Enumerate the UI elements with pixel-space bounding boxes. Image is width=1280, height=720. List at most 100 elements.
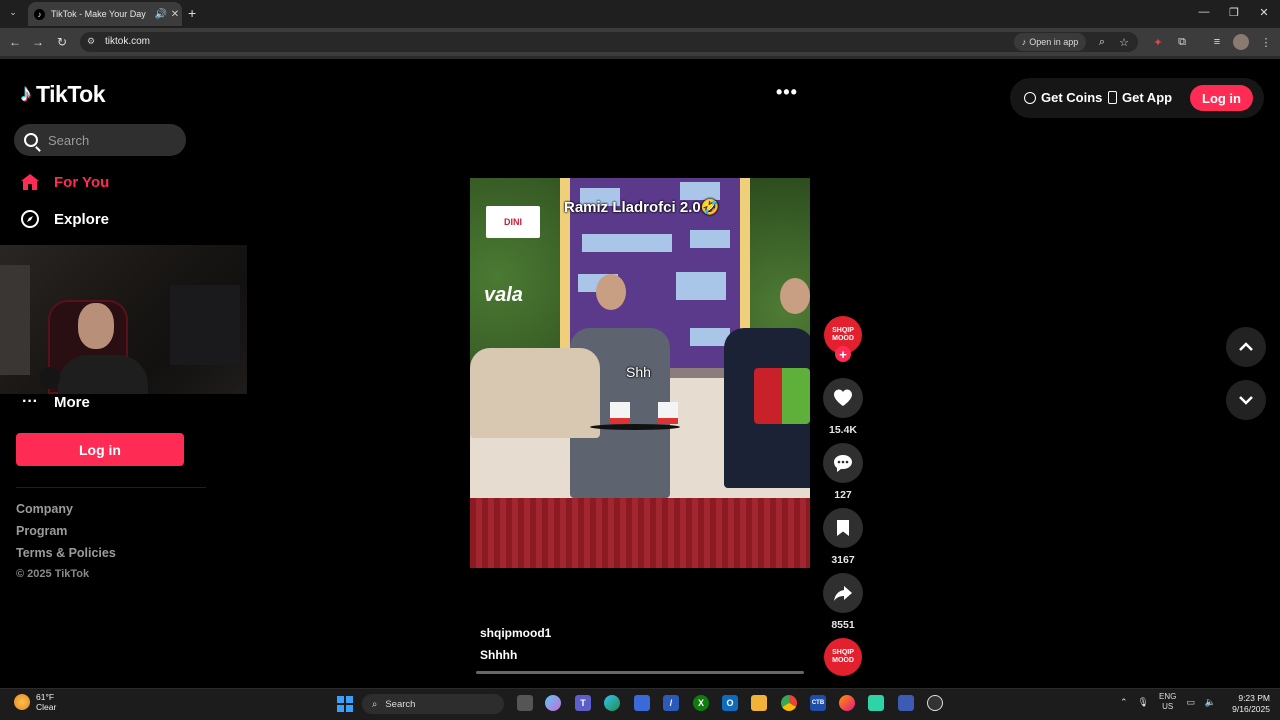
- restore-icon[interactable]: ❐: [1226, 6, 1242, 19]
- back-icon[interactable]: ←: [6, 33, 24, 51]
- video-progress-bar[interactable]: [476, 671, 804, 674]
- weather-desc: Clear: [36, 702, 57, 712]
- bookmark-star-icon[interactable]: ☆: [1116, 34, 1132, 50]
- video-cup: [658, 402, 678, 424]
- language-indicator[interactable]: ENG US: [1159, 692, 1176, 712]
- media-icon[interactable]: ≡: [1209, 34, 1225, 50]
- backdrop-tile: [690, 230, 730, 248]
- sidebar-item-label: For You: [54, 173, 110, 191]
- follow-plus-icon[interactable]: +: [835, 346, 851, 362]
- chrome-icon[interactable]: [781, 695, 797, 711]
- windows-logo-icon: [346, 696, 353, 703]
- edge-icon[interactable]: [604, 695, 620, 711]
- minimize-icon[interactable]: —: [1196, 6, 1212, 18]
- search-box[interactable]: [14, 124, 186, 156]
- store-icon[interactable]: [634, 695, 650, 711]
- get-app-button[interactable]: Get App: [1108, 90, 1172, 105]
- windows-logo-icon: [346, 705, 353, 712]
- search-icon: ⌕: [372, 698, 378, 710]
- backdrop-tile: [676, 272, 726, 300]
- previous-video-button[interactable]: [1226, 327, 1266, 367]
- outlook-icon[interactable]: O: [722, 695, 738, 711]
- network-icon[interactable]: ▭: [1186, 697, 1195, 708]
- sidebar-item-explore[interactable]: Explore: [20, 209, 109, 229]
- video-username[interactable]: shqipmood1: [480, 626, 551, 640]
- browser-tab[interactable]: ♪ TikTok - Make Your Day 🔊 ✕: [28, 2, 182, 26]
- tab-search-icon[interactable]: ⌄: [6, 7, 20, 21]
- speaker-icon[interactable]: 🔊: [154, 9, 168, 20]
- copilot-icon[interactable]: [545, 695, 561, 711]
- weather-widget[interactable]: 61°F Clear: [14, 692, 56, 712]
- file-explorer-icon[interactable]: [751, 695, 767, 711]
- video-overlay-subtitle: Shh: [626, 364, 651, 380]
- next-video-button[interactable]: [1226, 380, 1266, 420]
- menu-kebab-icon[interactable]: ⋮: [1258, 34, 1274, 50]
- get-coins-button[interactable]: Get Coins: [1024, 90, 1102, 105]
- music-disc-avatar[interactable]: SHQIP MOOD: [824, 638, 862, 676]
- bookmark-icon: [837, 520, 849, 536]
- ctb-app-icon[interactable]: CTB: [810, 695, 826, 711]
- header-login-button[interactable]: Log in: [1190, 85, 1253, 111]
- taskbar-search[interactable]: ⌕ Search: [362, 694, 504, 714]
- puzzle-icon[interactable]: ⧉: [1174, 34, 1190, 50]
- more-dots-icon: ···: [22, 393, 38, 410]
- save-button[interactable]: [823, 508, 863, 548]
- zoom-icon[interactable]: ⌕: [1094, 34, 1110, 50]
- search-input[interactable]: [48, 132, 168, 148]
- profile-avatar-icon[interactable]: [1233, 34, 1249, 50]
- sidebar-item-more[interactable]: ··· More: [20, 392, 90, 412]
- sidebar-login-button[interactable]: Log in: [16, 433, 184, 466]
- clock-time: 9:23 PM: [1238, 693, 1270, 703]
- reload-icon[interactable]: ↻: [53, 33, 71, 51]
- logo-text: TikTok: [36, 80, 106, 107]
- desktop-app-icon[interactable]: [898, 695, 914, 711]
- sponsor-logo: vala: [484, 284, 523, 306]
- taskbar-clock[interactable]: 9:23 PM 9/16/2025: [1228, 693, 1270, 715]
- footer-terms-link[interactable]: Terms & Policies: [16, 546, 116, 560]
- sidebar-divider: [16, 487, 206, 488]
- footer-company-link[interactable]: Company: [16, 502, 73, 516]
- url-text[interactable]: tiktok.com: [105, 36, 150, 47]
- get-coins-label: Get Coins: [1041, 90, 1103, 105]
- close-tab-icon[interactable]: ✕: [168, 9, 182, 20]
- webcam-person-body: [58, 355, 148, 394]
- address-bar[interactable]: [80, 32, 1138, 52]
- tiktok-logo[interactable]: ♪ TikTok: [20, 80, 106, 108]
- window-close-icon[interactable]: ✕: [1256, 6, 1272, 19]
- like-button[interactable]: [823, 378, 863, 418]
- site-info-icon[interactable]: ⚙: [87, 36, 95, 47]
- xbox-icon[interactable]: X: [693, 695, 709, 711]
- weather-temp: 61°F: [36, 692, 55, 702]
- video-table: [590, 424, 680, 430]
- task-view-icon[interactable]: [517, 695, 533, 711]
- comment-button[interactable]: [823, 443, 863, 483]
- footer-program-link[interactable]: Program: [16, 524, 67, 538]
- share-icon: [834, 586, 852, 601]
- volume-icon[interactable]: 🔈: [1205, 697, 1216, 708]
- video-more-options-icon[interactable]: •••: [776, 82, 798, 103]
- chevron-down-icon: [1239, 396, 1253, 405]
- obs-icon[interactable]: [927, 695, 943, 711]
- webcam-bg-right: [170, 285, 240, 365]
- tray-overflow-icon[interactable]: ⌃: [1120, 697, 1128, 708]
- start-button[interactable]: [337, 696, 353, 712]
- chat-app-icon[interactable]: [868, 695, 884, 711]
- video-snack-bags: [754, 368, 810, 424]
- app-icon[interactable]: /: [663, 695, 679, 711]
- open-in-app-button[interactable]: ♪ Open in app: [1014, 33, 1086, 51]
- firefox-icon[interactable]: [839, 695, 855, 711]
- microphone-icon[interactable]: 🎙: [1138, 697, 1149, 708]
- video-person-head: [596, 274, 626, 310]
- share-button[interactable]: [823, 573, 863, 613]
- extension-icon[interactable]: ✦: [1150, 34, 1166, 50]
- video-player[interactable]: DINI vala Ramiz Lladrofci 2.0🤣 Shh: [470, 178, 810, 568]
- teams-icon[interactable]: T: [575, 695, 591, 711]
- windows-logo-icon: [337, 705, 344, 712]
- share-count: 8551: [831, 619, 855, 631]
- new-tab-icon[interactable]: +: [188, 5, 196, 21]
- video-overlay-title: Ramiz Lladrofci 2.0🤣: [564, 199, 720, 216]
- forward-icon[interactable]: →: [29, 33, 47, 51]
- tiktok-note-icon: ♪: [20, 80, 32, 107]
- sidebar-item-for-you[interactable]: For You: [20, 172, 109, 192]
- webcam-person-head: [78, 303, 114, 349]
